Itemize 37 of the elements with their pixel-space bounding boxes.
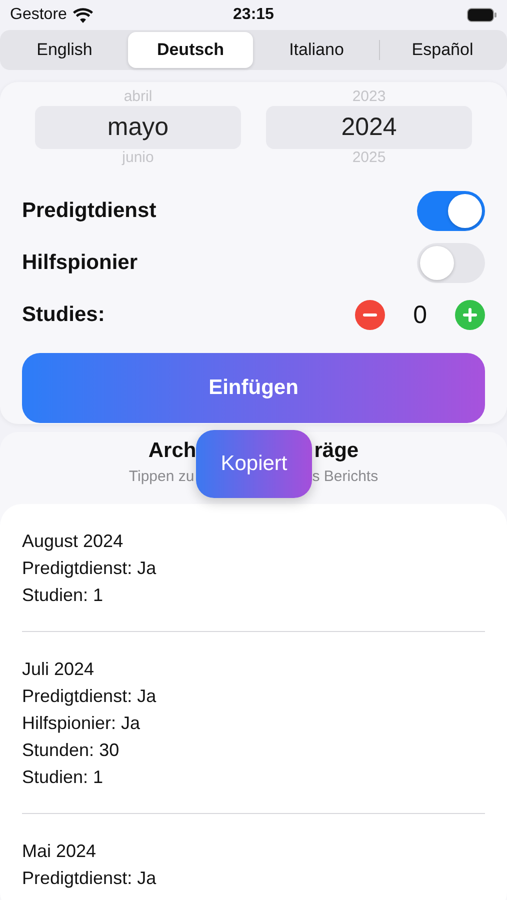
language-tab[interactable]: Italiano bbox=[254, 32, 379, 68]
report-line: Predigtdienst: Ja bbox=[22, 557, 156, 580]
report-line: Studien: 1 bbox=[22, 766, 104, 789]
archive-title: Arch bbox=[148, 438, 196, 464]
toggle-label: Predigtdienst bbox=[22, 199, 156, 223]
language-tab[interactable]: Deutsch bbox=[128, 32, 253, 68]
report-entry[interactable]: August 2024 Predigtdienst: Ja Studien: 1 bbox=[22, 504, 485, 632]
toggle-switch[interactable] bbox=[417, 191, 485, 231]
report-line: Juli 2024 bbox=[22, 658, 94, 681]
archive-hint: Tippen zu bbox=[128, 467, 194, 487]
studies-label: Studies: bbox=[22, 303, 105, 327]
studies-count: 0 bbox=[413, 300, 427, 330]
picker-selected-option[interactable]: mayo bbox=[35, 106, 241, 149]
minus-icon[interactable] bbox=[355, 300, 386, 330]
report-line: Studien: 1 bbox=[22, 584, 104, 607]
battery-icon bbox=[467, 8, 497, 22]
picker-selected-option[interactable]: 2024 bbox=[266, 106, 472, 149]
wifi-icon bbox=[72, 8, 93, 22]
report-line: Predigtdienst: Ja bbox=[22, 685, 156, 708]
insert-button[interactable]: Einfügen bbox=[22, 353, 485, 423]
report-line: August 2024 bbox=[22, 530, 124, 553]
archive-hint: s Berichts bbox=[312, 467, 378, 487]
carrier-name: Gestore bbox=[10, 6, 67, 24]
toggle-switch[interactable] bbox=[417, 243, 485, 283]
language-tab[interactable]: Español bbox=[380, 32, 505, 68]
report-line: Predigtdienst: Ja bbox=[22, 867, 156, 890]
clock-time: 23:15 bbox=[233, 6, 274, 23]
archive-title: räge bbox=[314, 438, 359, 464]
report-entry[interactable]: Juli 2024 Predigtdienst: Ja Hilfspionier: Ja Stunden: 30 Studien: 1 bbox=[22, 632, 485, 814]
report-line: Stunden: 30 bbox=[22, 739, 120, 762]
report-line: Mai 2024 bbox=[22, 840, 96, 863]
report-entry[interactable]: Mai 2024 Predigtdienst: Ja bbox=[22, 814, 485, 900]
plus-icon[interactable] bbox=[455, 300, 485, 330]
language-tab[interactable]: English bbox=[2, 32, 127, 68]
copied-toast: Kopiert bbox=[196, 430, 312, 498]
toggle-label: Hilfspionier bbox=[22, 251, 138, 275]
report-line: Hilfspionier: Ja bbox=[22, 712, 140, 735]
